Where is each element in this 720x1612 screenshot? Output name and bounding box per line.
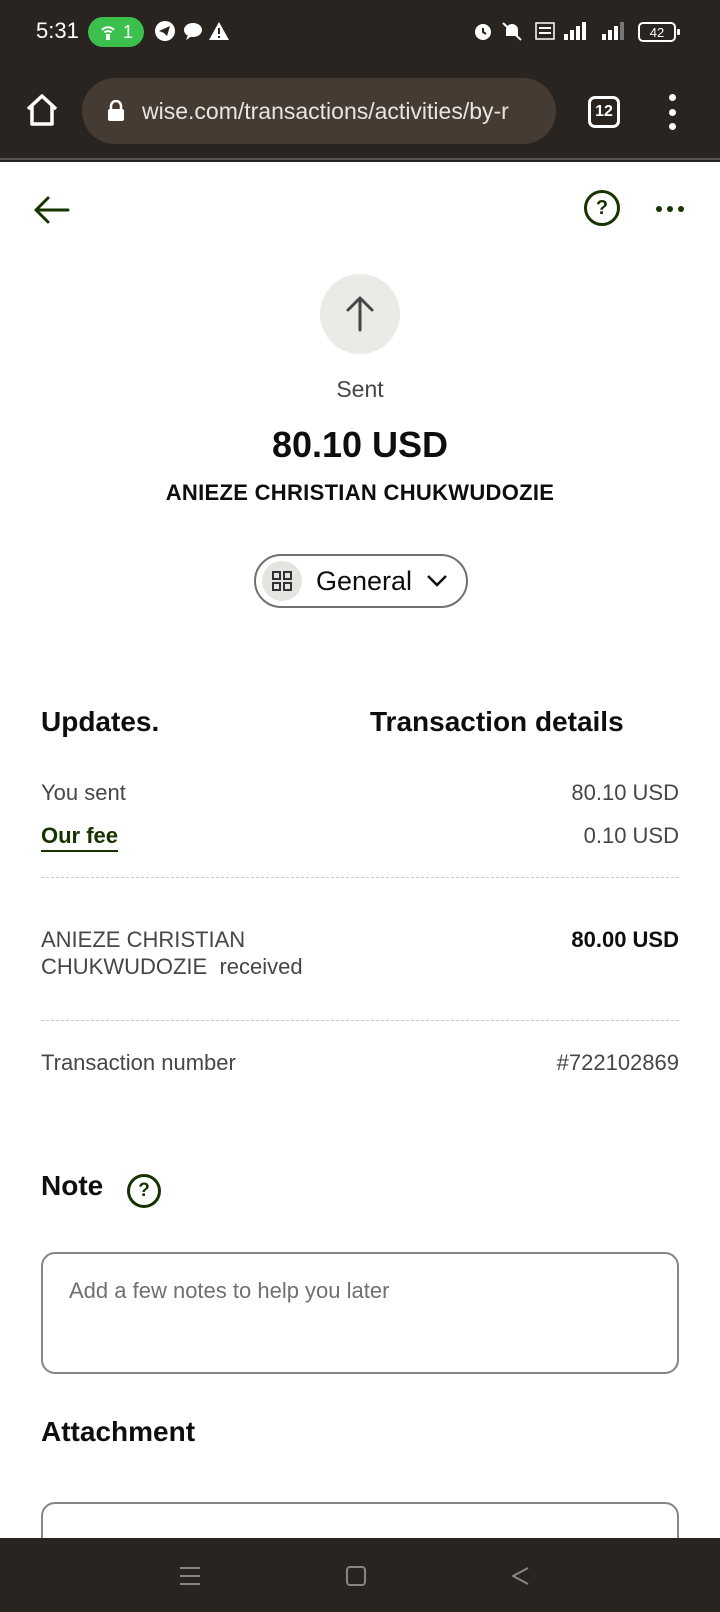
lock-icon: [108, 100, 124, 121]
category-label: General: [316, 565, 413, 596]
recipient-name: ANIEZE CHRISTIAN CHUKWUDOZIE: [165, 480, 555, 505]
arrow-up-icon: [346, 296, 374, 332]
system-nav-bar: [0, 1538, 720, 1612]
signal-icon-1: [564, 22, 586, 40]
you-sent-value: 80.10 USD: [571, 780, 679, 805]
received-word: received: [219, 954, 303, 979]
attachment-heading: Attachment: [41, 1416, 196, 1447]
transaction-amount: 80.10 USD: [271, 424, 449, 465]
browser-toolbar: wise.com/transactions/activities/by-r 12: [0, 64, 720, 160]
battery-indicator: 42: [638, 22, 680, 42]
home-icon[interactable]: [24, 92, 60, 128]
transaction-number-value: #722102869: [556, 1050, 679, 1075]
divider: [41, 1020, 679, 1021]
arrow-left-icon[interactable]: [32, 190, 72, 230]
volte-icon: [535, 22, 555, 40]
chevron-down-icon: [427, 575, 447, 587]
hotspot-indicator: 1: [88, 17, 144, 47]
mute-icon: [502, 22, 522, 41]
address-bar[interactable]: wise.com/transactions/activities/by-r: [82, 78, 556, 144]
more-horizontal-icon[interactable]: [656, 206, 684, 214]
our-fee-link[interactable]: Our fee: [41, 823, 119, 852]
telegram-icon: [155, 21, 175, 41]
fee-row-label: Our fee: [41, 823, 119, 852]
attachment-dropzone[interactable]: [41, 1502, 679, 1538]
browser-menu-button[interactable]: [664, 94, 680, 130]
chat-icon: [184, 23, 202, 40]
category-selector[interactable]: General: [254, 554, 468, 608]
note-heading: Note: [41, 1170, 104, 1201]
divider: [41, 877, 679, 878]
tab-transaction-details[interactable]: Transaction details: [370, 706, 624, 738]
note-input[interactable]: [41, 1252, 679, 1374]
home-nav-icon[interactable]: [338, 1558, 374, 1594]
back-nav-icon[interactable]: [502, 1558, 538, 1594]
tab-switcher-button[interactable]: 12: [588, 96, 620, 128]
tab-updates[interactable]: Updates.: [41, 706, 159, 738]
alarm-icon: [475, 24, 491, 40]
grid-icon: [262, 561, 302, 601]
received-name-line1: ANIEZE CHRISTIAN: [41, 927, 246, 952]
status-bar: 5:31 1 42: [0, 0, 720, 64]
warning-icon: [209, 22, 229, 40]
transaction-page: ? Sent 80.10 USD ANIEZE CHRISTIAN CHUKWU…: [0, 162, 720, 1538]
recents-icon[interactable]: [172, 1558, 208, 1594]
you-sent-label: You sent: [41, 780, 126, 805]
transaction-number-label: Transaction number: [41, 1050, 236, 1075]
fee-value: 0.10 USD: [583, 823, 679, 848]
received-value: 80.00 USD: [571, 927, 679, 952]
sent-status-icon-wrapper: [320, 274, 400, 354]
hotspot-count: 1: [122, 21, 133, 42]
url-text: wise.com/transactions/activities/by-r: [142, 97, 509, 124]
transaction-status: Sent: [336, 376, 384, 402]
signal-icon-4g: [602, 22, 624, 40]
status-time: 5:31: [36, 18, 79, 43]
hotspot-icon: [101, 26, 115, 40]
note-question-icon[interactable]: ?: [127, 1174, 161, 1208]
received-name-line2: CHUKWUDOZIE: [41, 954, 208, 979]
question-icon[interactable]: ?: [584, 190, 620, 226]
received-label: ANIEZE CHRISTIAN CHUKWUDOZIE received: [41, 926, 303, 980]
